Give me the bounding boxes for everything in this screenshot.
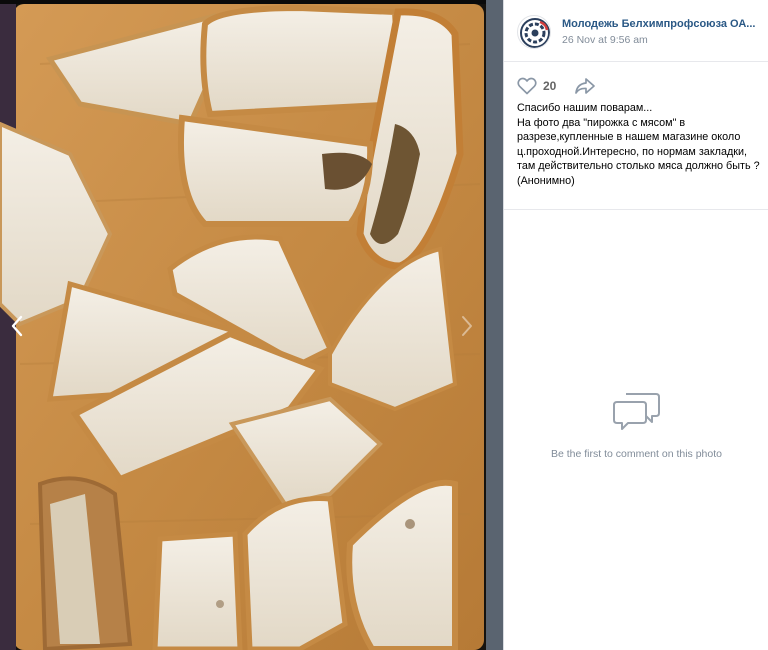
- post-photo: [0, 4, 486, 650]
- post-actions: 20: [517, 75, 596, 97]
- chevron-right-icon: [462, 316, 472, 336]
- share-icon: [575, 78, 596, 94]
- divider: [504, 209, 768, 210]
- share-button[interactable]: [574, 77, 596, 95]
- post-date[interactable]: 26 Nov at 9:56 am: [562, 34, 648, 47]
- post-panel: Молодежь Белхимпрофсоюза ОА... 26 Nov at…: [503, 0, 768, 650]
- previous-photo-button[interactable]: [2, 308, 32, 344]
- post-text: Спасибо нашим поварам... На фото два "пи…: [517, 102, 760, 187]
- like-count: 20: [543, 79, 557, 93]
- group-logo-icon: [520, 18, 550, 48]
- like-button[interactable]: 20: [517, 77, 556, 95]
- photo-viewer: [0, 0, 503, 650]
- comments-icon: [612, 393, 660, 430]
- next-photo-button[interactable]: [452, 308, 482, 344]
- group-avatar[interactable]: [517, 15, 551, 49]
- post-header: Молодежь Белхимпрофсоюза ОА... 26 Nov at…: [504, 0, 768, 62]
- heart-icon: [517, 77, 537, 95]
- comments-empty-text: Be the first to comment on this photo: [550, 448, 722, 460]
- comments-empty-state: Be the first to comment on this photo: [504, 388, 768, 460]
- group-name-link[interactable]: Молодежь Белхимпрофсоюза ОА...: [562, 17, 762, 31]
- viewer-edge: [486, 0, 503, 650]
- chevron-left-icon: [11, 315, 23, 337]
